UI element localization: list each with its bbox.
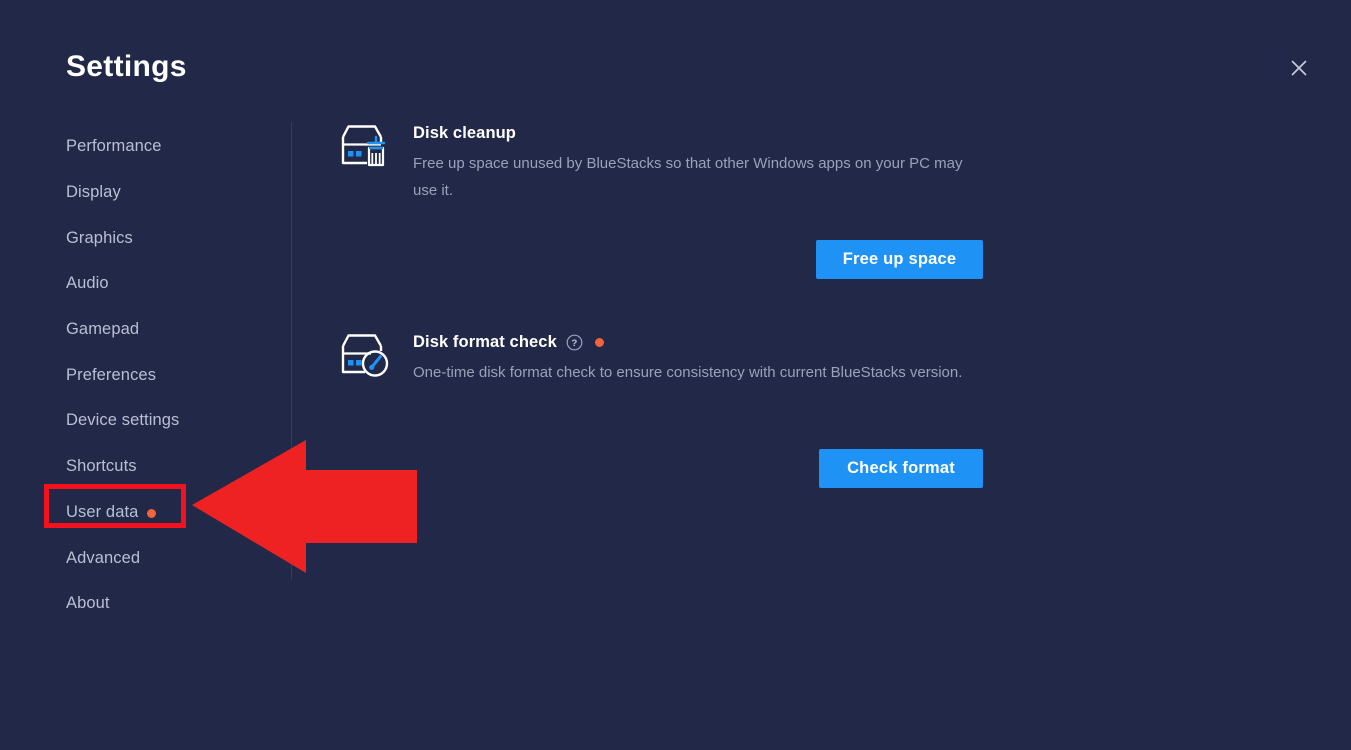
sidebar-item-display[interactable]: Display <box>0 170 280 216</box>
sidebar-divider <box>291 122 292 580</box>
sidebar-item-label: Gamepad <box>66 320 140 339</box>
sidebar-item-label: Advanced <box>66 548 141 567</box>
sidebar-item-audio[interactable]: Audio <box>0 261 280 307</box>
settings-window: Settings Performance Display Graphics Au… <box>0 0 1351 750</box>
disk-format-check-title: Disk format check ? <box>413 333 604 352</box>
disk-format-check-icon <box>334 332 390 384</box>
sidebar-item-label: Preferences <box>66 365 157 384</box>
sidebar-item-device-settings[interactable]: Device settings <box>0 398 280 444</box>
sidebar-item-label: Shortcuts <box>66 457 137 476</box>
close-icon[interactable] <box>1283 52 1315 84</box>
sidebar-item-label: User data <box>66 502 139 521</box>
check-format-button[interactable]: Check format <box>819 449 983 488</box>
sidebar-item-label: About <box>66 594 110 613</box>
disk-cleanup-description: Free up space unused by BlueStacks so th… <box>413 155 963 199</box>
question-mark-circle-icon[interactable]: ? <box>566 334 583 351</box>
sidebar-item-user-data[interactable]: User data <box>0 490 280 536</box>
sidebar-item-performance[interactable]: Performance <box>0 124 280 170</box>
disk-format-check-description: One-time disk format check to ensure con… <box>413 364 963 381</box>
sidebar-item-label: Audio <box>66 274 109 293</box>
sidebar-item-label: Graphics <box>66 228 133 247</box>
section-title-text: Disk cleanup <box>413 124 516 142</box>
sidebar-item-label: Display <box>66 183 121 202</box>
disk-cleanup-title: Disk cleanup <box>413 124 516 143</box>
sidebar-item-graphics[interactable]: Graphics <box>0 215 280 261</box>
section-title-text: Disk format check <box>413 333 557 351</box>
sidebar-item-gamepad[interactable]: Gamepad <box>0 307 280 353</box>
notification-dot-icon <box>594 338 604 347</box>
sidebar-item-shortcuts[interactable]: Shortcuts <box>0 444 280 490</box>
svg-text:?: ? <box>571 338 577 349</box>
sidebar-item-advanced[interactable]: Advanced <box>0 535 280 581</box>
sidebar-item-about[interactable]: About <box>0 581 280 627</box>
page-title: Settings <box>66 50 187 83</box>
free-up-space-button[interactable]: Free up space <box>816 240 983 279</box>
sidebar-item-preferences[interactable]: Preferences <box>0 352 280 398</box>
settings-sidebar: Performance Display Graphics Audio Gamep… <box>0 124 280 627</box>
sidebar-item-label: Device settings <box>66 411 180 430</box>
notification-dot-icon <box>147 508 157 518</box>
disk-cleanup-icon <box>334 123 390 175</box>
sidebar-item-label: Performance <box>66 137 162 156</box>
